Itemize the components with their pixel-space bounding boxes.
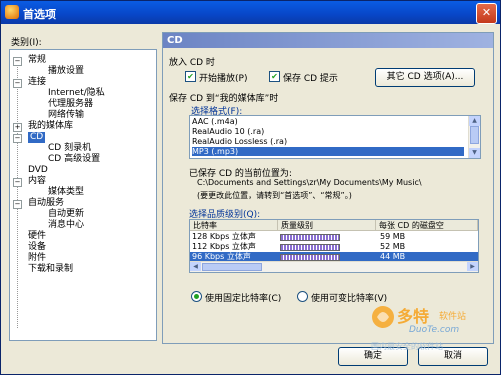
location-path: C:\Documents and Settings\zr\My Document… bbox=[197, 178, 422, 187]
tree-item-proxy[interactable]: 代理服务器 bbox=[48, 99, 93, 110]
list-item[interactable]: AAC (.m4a) bbox=[192, 117, 238, 126]
autoplay-label[interactable]: 开始播放(P) bbox=[199, 71, 247, 84]
column-header-quality[interactable]: 质量级别 bbox=[278, 220, 376, 231]
tree-item-library[interactable]: 我的媒体库 bbox=[28, 121, 73, 132]
watermark-url: DuoTe.com bbox=[409, 325, 460, 335]
expand-icon[interactable]: + bbox=[13, 123, 22, 132]
tree-item-media-types[interactable]: 媒体类型 bbox=[48, 187, 84, 198]
insert-cd-group-label: 放入 CD 时 bbox=[169, 58, 215, 68]
table-row[interactable]: 112 Kbps 立体声 52 MB bbox=[190, 242, 478, 251]
preferences-window: 首选项 ✕ 类别(I): − 常规 播放设置 − 连接 Internet/隐私 … bbox=[0, 0, 501, 375]
close-button[interactable]: ✕ bbox=[476, 3, 497, 24]
list-item[interactable]: RealAudio 10 (.ra) bbox=[192, 127, 264, 136]
scroll-thumb[interactable] bbox=[202, 263, 262, 271]
size-cell: 59 MB bbox=[380, 232, 406, 241]
tree-item-cd-burner[interactable]: CD 刻录机 bbox=[48, 143, 91, 154]
window-title: 首选项 bbox=[23, 8, 56, 21]
column-header-disk-space[interactable]: 每张 CD 的磁盘空 bbox=[376, 220, 478, 231]
notify-checkbox[interactable]: ✔ bbox=[269, 71, 280, 82]
collapse-icon[interactable]: − bbox=[13, 57, 22, 66]
watermark: 多特 软件站 DuoTe.com 国内最安全的软件站 bbox=[369, 293, 499, 353]
scroll-thumb[interactable] bbox=[470, 126, 479, 144]
quality-horizontal-scrollbar[interactable]: ◀ ▶ bbox=[190, 261, 478, 272]
tree-item-content[interactable]: 内容 bbox=[28, 176, 46, 187]
scroll-left-icon[interactable]: ◀ bbox=[190, 262, 201, 271]
watermark-sub: 软件站 bbox=[439, 312, 467, 322]
location-hint: (要更改此位置，请转到“首选项”、“常规”。) bbox=[197, 191, 352, 200]
tree-item-accessories[interactable]: 附件 bbox=[28, 253, 46, 264]
fixed-bitrate-label[interactable]: 使用固定比特率(C) bbox=[205, 291, 281, 304]
autoplay-checkbox[interactable]: ✔ bbox=[185, 71, 196, 82]
quality-bar bbox=[280, 244, 340, 251]
panel-header: CD bbox=[163, 33, 493, 48]
scroll-down-icon[interactable]: ▼ bbox=[469, 148, 480, 158]
quality-bar bbox=[280, 234, 340, 241]
category-tree[interactable]: − 常规 播放设置 − 连接 Internet/隐私 代理服务器 网络传输 + … bbox=[9, 49, 157, 341]
size-cell: 44 MB bbox=[380, 252, 406, 261]
category-label: 类别(I): bbox=[11, 38, 42, 48]
collapse-icon[interactable]: − bbox=[13, 178, 22, 187]
tree-item-auto-update[interactable]: 自动更新 bbox=[48, 209, 84, 220]
other-cd-options-button[interactable]: 其它 CD 选项(A)... bbox=[375, 68, 475, 87]
save-cd-group-label: 保存 CD 到“我的媒体库”时 bbox=[169, 94, 279, 104]
column-header-bitrate[interactable]: 比特率 bbox=[190, 220, 278, 231]
list-item[interactable]: RealAudio Lossless (.ra) bbox=[192, 137, 287, 146]
table-row-selected[interactable]: 96 Kbps 立体声 44 MB bbox=[190, 252, 478, 261]
format-listbox[interactable]: AAC (.m4a) RealAudio 10 (.ra) RealAudio … bbox=[189, 115, 481, 159]
tree-item-message-center[interactable]: 消息中心 bbox=[48, 220, 84, 231]
watermark-brand: 多特 bbox=[397, 307, 430, 326]
notify-label[interactable]: 保存 CD 提示 bbox=[283, 71, 338, 84]
collapse-icon[interactable]: − bbox=[13, 79, 22, 88]
list-item-selected[interactable]: MP3 (.mp3) bbox=[192, 147, 464, 156]
tree-item-download-record[interactable]: 下载和录制 bbox=[28, 264, 73, 275]
quality-listview[interactable]: 比特率 质量级别 每张 CD 的磁盘空 128 Kbps 立体声 59 MB 1… bbox=[189, 219, 479, 273]
collapse-icon[interactable]: − bbox=[13, 134, 22, 143]
scroll-right-icon[interactable]: ▶ bbox=[467, 262, 478, 271]
tree-item-internet-privacy[interactable]: Internet/隐私 bbox=[48, 88, 105, 99]
tree-item-general[interactable]: 常规 bbox=[28, 55, 46, 66]
table-row[interactable]: 128 Kbps 立体声 59 MB bbox=[190, 232, 478, 241]
quality-bar bbox=[280, 254, 340, 261]
watermark-tagline: 国内最安全的软件站 bbox=[371, 342, 443, 351]
size-cell: 52 MB bbox=[380, 242, 406, 251]
format-scrollbar[interactable]: ▲ ▼ bbox=[468, 116, 480, 158]
tree-item-cd-advanced[interactable]: CD 高级设置 bbox=[48, 154, 100, 165]
tree-item-hardware[interactable]: 硬件 bbox=[28, 231, 46, 242]
tree-item-auto-services[interactable]: 自动服务 bbox=[28, 198, 64, 209]
tree-item-connection[interactable]: 连接 bbox=[28, 77, 46, 88]
collapse-icon[interactable]: − bbox=[13, 200, 22, 209]
app-icon bbox=[5, 5, 19, 19]
tree-item-cd[interactable]: CD bbox=[28, 132, 46, 143]
fixed-bitrate-radio[interactable] bbox=[191, 291, 202, 302]
bitrate-cell: 96 Kbps 立体声 bbox=[192, 252, 251, 261]
title-bar: 首选项 ✕ bbox=[1, 1, 500, 24]
variable-bitrate-radio[interactable] bbox=[297, 291, 308, 302]
tree-item-playback[interactable]: 播放设置 bbox=[48, 66, 84, 77]
tree-item-dvd[interactable]: DVD bbox=[28, 165, 48, 176]
bitrate-cell: 112 Kbps 立体声 bbox=[192, 242, 256, 251]
scroll-up-icon[interactable]: ▲ bbox=[469, 116, 480, 126]
bitrate-cell: 128 Kbps 立体声 bbox=[192, 232, 256, 241]
tree-item-network[interactable]: 网络传输 bbox=[48, 110, 84, 121]
tree-item-devices[interactable]: 设备 bbox=[28, 242, 46, 253]
